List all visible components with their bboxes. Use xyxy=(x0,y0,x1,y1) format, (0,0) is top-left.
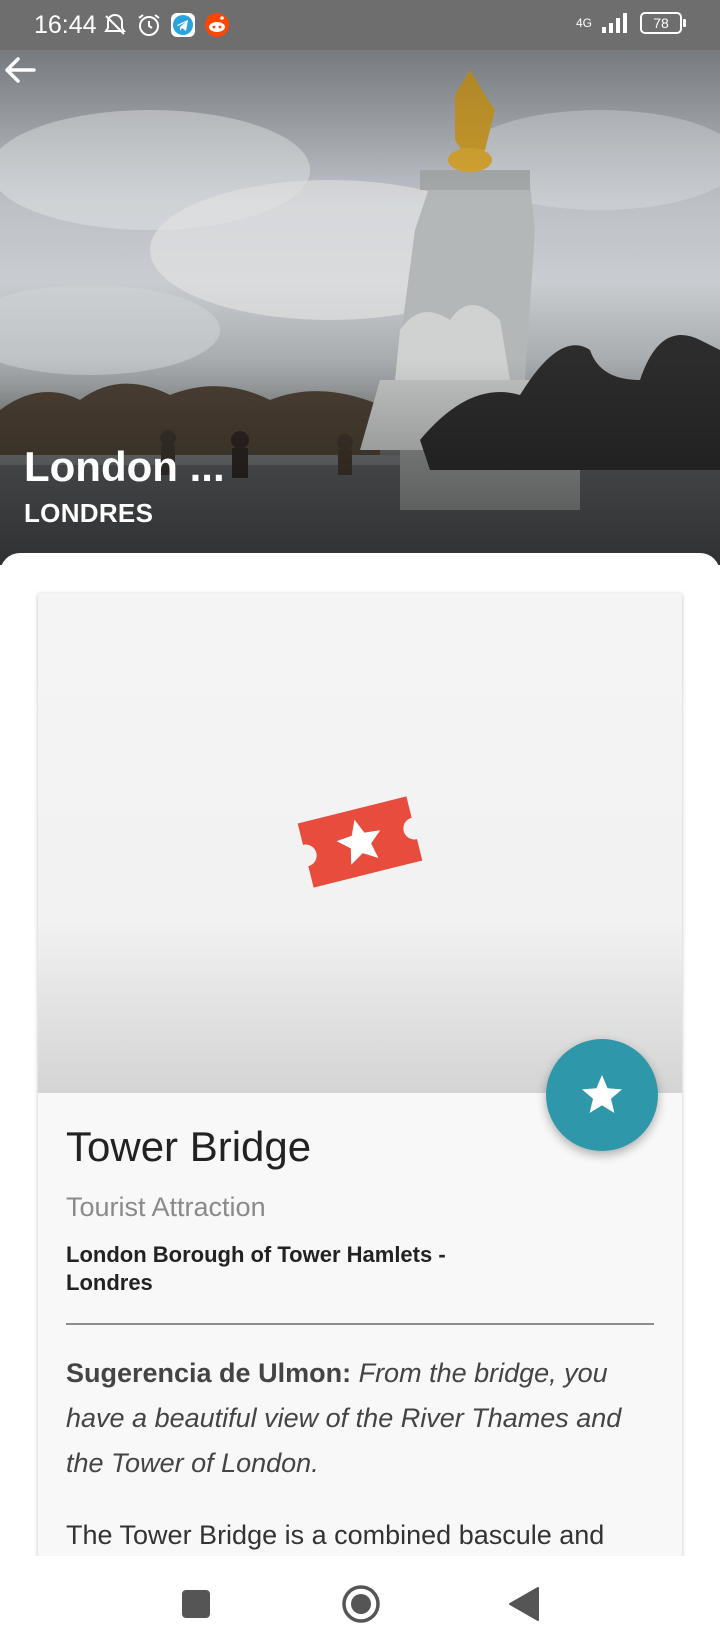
arrow-left-icon[interactable] xyxy=(0,50,40,90)
star-icon xyxy=(582,1075,622,1113)
status-bar: 16:44 4G 78 xyxy=(0,0,720,50)
place-description: The Tower Bridge is a combined bascule a… xyxy=(66,1520,605,1550)
place-address: London Borough of Tower Hamlets - Londre… xyxy=(66,1242,446,1295)
tip-label: Sugerencia de Ulmon: xyxy=(66,1358,352,1388)
signal-icon xyxy=(602,13,627,33)
home-circle-icon[interactable] xyxy=(341,1584,381,1624)
battery-icon: 78 xyxy=(640,12,686,34)
back-triangle-icon[interactable] xyxy=(508,1586,540,1622)
place-image-placeholder xyxy=(38,593,682,1093)
reddit-icon xyxy=(205,13,229,37)
city-title: London ... xyxy=(24,443,225,490)
status-time: 16:44 xyxy=(34,11,97,39)
telegram-icon xyxy=(171,13,195,37)
city-subtitle: LONDRES xyxy=(24,498,154,528)
ulmon-tip: Sugerencia de Ulmon: From the bridge, yo… xyxy=(66,1351,656,1486)
place-category: Tourist Attraction xyxy=(66,1192,266,1222)
alarm-icon xyxy=(138,14,160,36)
notification-icons xyxy=(102,12,230,38)
system-nav-bar xyxy=(0,1556,720,1650)
bell-off-icon xyxy=(104,13,126,35)
network-type: 4G xyxy=(575,16,592,30)
divider xyxy=(66,1323,654,1325)
ticket-star-icon xyxy=(297,796,423,888)
place-name: Tower Bridge xyxy=(66,1123,312,1170)
header-image: London ... LONDRES xyxy=(0,50,720,565)
status-right: 4G 78 xyxy=(575,12,686,34)
favorite-button[interactable] xyxy=(546,1039,658,1151)
recents-square-icon[interactable] xyxy=(182,1590,210,1618)
